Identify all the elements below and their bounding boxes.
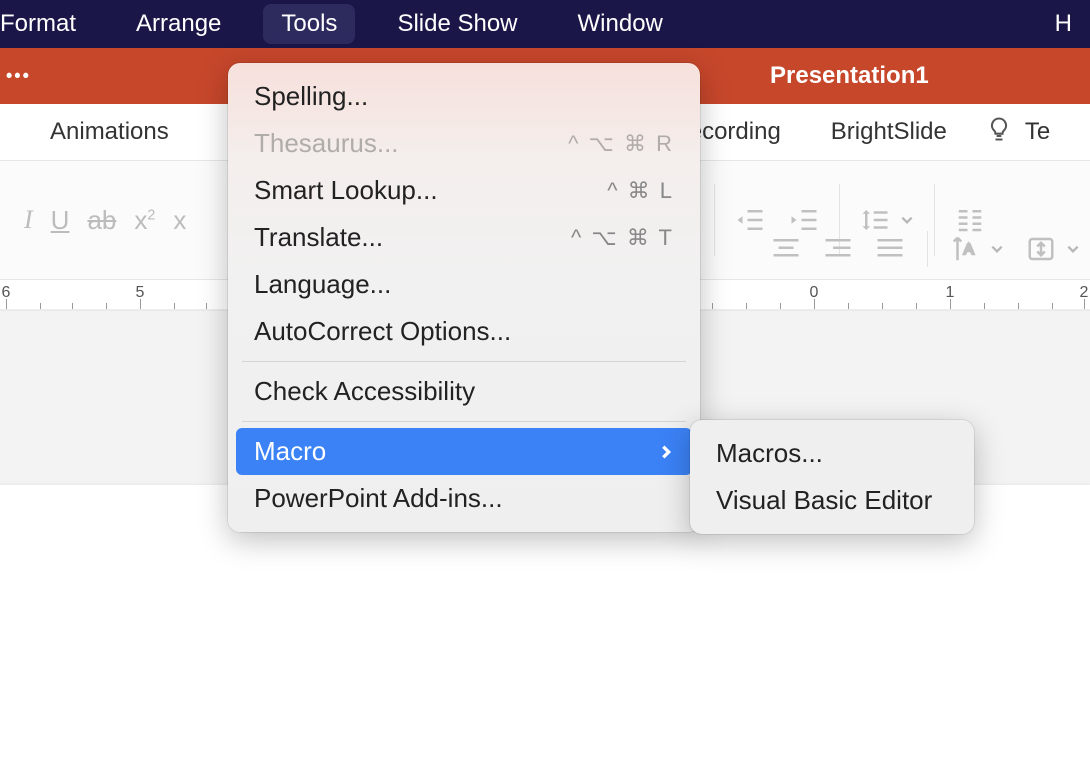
menu-arrange[interactable]: Arrange — [118, 4, 239, 44]
align-right-button[interactable] — [823, 234, 853, 264]
clear-formatting-partial[interactable]: x — [173, 205, 186, 236]
tell-me-partial[interactable]: Te — [1021, 118, 1054, 146]
menu-slide-show[interactable]: Slide Show — [379, 4, 535, 44]
align-text-button[interactable] — [1026, 234, 1080, 264]
menu-help-partial[interactable]: H — [1037, 4, 1090, 44]
align-center-button[interactable] — [771, 234, 801, 264]
menu-window[interactable]: Window — [560, 4, 681, 44]
menu-format[interactable]: Format — [0, 4, 94, 44]
svg-text:A: A — [964, 241, 974, 258]
menu-translate[interactable]: Translate... ^ ⌥ ⌘ T — [228, 214, 700, 261]
menu-separator — [242, 361, 686, 362]
tell-me-icon[interactable] — [977, 115, 1021, 150]
chevron-right-icon — [658, 444, 674, 460]
text-direction-button[interactable]: A — [950, 234, 1004, 264]
tools-menu: Spelling... Thesaurus... ^ ⌥ ⌘ R Smart L… — [228, 63, 700, 532]
menu-autocorrect[interactable]: AutoCorrect Options... — [228, 308, 700, 355]
underline-button[interactable]: U — [51, 205, 70, 236]
titlebar-overflow-icon[interactable]: ••• — [6, 66, 31, 87]
menu-separator — [242, 421, 686, 422]
tab-animations[interactable]: Animations — [0, 118, 199, 146]
strikethrough-button[interactable]: ab — [87, 205, 116, 236]
decrease-indent-button[interactable] — [735, 205, 765, 235]
menu-powerpoint-addins[interactable]: PowerPoint Add-ins... — [228, 475, 700, 522]
superscript-button[interactable]: x2 — [134, 205, 155, 236]
font-style-group: I U ab x2 x — [10, 205, 200, 236]
menu-spelling[interactable]: Spelling... — [228, 73, 700, 120]
tab-brightslide[interactable]: BrightSlide — [811, 118, 977, 146]
menu-macro[interactable]: Macro — [236, 428, 692, 475]
menu-thesaurus: Thesaurus... ^ ⌥ ⌘ R — [228, 120, 700, 167]
menu-check-accessibility[interactable]: Check Accessibility — [228, 368, 700, 415]
macos-menubar: Format Arrange Tools Slide Show Window H — [0, 0, 1090, 48]
menu-smart-lookup[interactable]: Smart Lookup... ^ ⌘ L — [228, 167, 700, 214]
italic-button[interactable]: I — [24, 205, 33, 235]
menu-tools[interactable]: Tools — [263, 4, 355, 44]
document-title: Presentation1 — [770, 62, 929, 90]
submenu-macros[interactable]: Macros... — [690, 430, 974, 477]
submenu-visual-basic-editor[interactable]: Visual Basic Editor — [690, 477, 974, 524]
menu-language[interactable]: Language... — [228, 261, 700, 308]
macro-submenu: Macros... Visual Basic Editor — [690, 420, 974, 534]
align-justify-button[interactable] — [875, 234, 905, 264]
